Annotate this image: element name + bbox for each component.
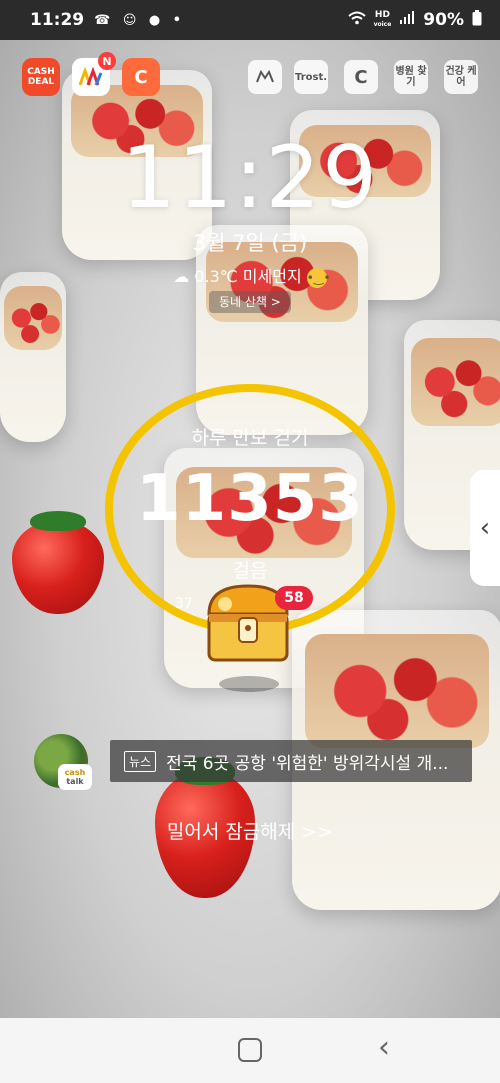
neighborhood-walk-button[interactable]: 동네 산책 > <box>209 291 291 313</box>
hospital-finder-app-icon[interactable]: 병원 찾기 <box>394 60 428 94</box>
reward-count-badge: 58 <box>275 586 313 610</box>
cash-deal-app-icon[interactable]: CASH DEAL <box>22 58 60 96</box>
home-button[interactable] <box>238 1038 262 1062</box>
health-care-app-icon[interactable]: 건강 케어 <box>444 60 478 94</box>
mart-app-icon[interactable]: N <box>72 52 116 96</box>
app-shortcuts: CASH DEAL N C Trost. C 병원 찾기 건강 케어 <box>0 52 500 98</box>
widget-app-icon[interactable] <box>248 60 282 94</box>
news-tag: 뉴스 <box>124 750 157 772</box>
new-badge: N <box>98 52 116 70</box>
wifi-icon <box>347 10 366 30</box>
weather-text: 0.3℃ 미세먼지 <box>194 267 302 286</box>
step-count: 11353 <box>136 462 364 536</box>
battery-icon <box>472 9 482 31</box>
weather-info: ☁ 0.3℃ 미세먼지 •‿• <box>0 263 500 288</box>
step-challenge-title: 하루 만보 걷기 <box>191 427 309 449</box>
swipe-to-unlock-text[interactable]: 밀어서 잠금해제 >> <box>0 817 500 844</box>
hd-voice-icon: HD voice <box>373 10 392 29</box>
chest-shadow <box>219 676 279 692</box>
back-button[interactable]: ‹ <box>378 1030 390 1065</box>
air-quality-face-icon: •‿• <box>306 267 331 288</box>
step-sub-value: 37 <box>175 596 193 612</box>
notification-icons: ☎ ☺ ● • <box>94 12 186 28</box>
dessert-jar <box>0 272 66 442</box>
signal-icon <box>399 10 415 30</box>
status-bar: 11:29 ☎ ☺ ● • HD voice 90% <box>0 0 500 40</box>
news-banner[interactable]: 뉴스 전국 6곳 공항 '위험한' 방위각시설 개... <box>110 740 472 782</box>
chevron-left-icon: ‹ <box>479 513 491 543</box>
edge-panel-handle[interactable]: ‹ <box>470 470 500 586</box>
cashtalk-avatar[interactable]: cash talk <box>34 734 92 792</box>
trost-app-icon[interactable]: Trost. <box>294 60 328 94</box>
lockscreen-date: 3월 7일 (금) <box>192 231 308 255</box>
cloud-icon: ☁ <box>173 267 190 286</box>
news-headline: 전국 6곳 공항 '위험한' 방위각시설 개... <box>166 753 449 774</box>
c-app-icon[interactable]: C <box>344 60 378 94</box>
paw-app-icon[interactable]: C <box>122 58 160 96</box>
status-time: 11:29 <box>30 10 85 30</box>
battery-percent: 90% <box>423 10 464 30</box>
cashtalk-tag: cash talk <box>58 764 92 790</box>
step-unit: 걸음 <box>232 560 268 582</box>
lockscreen-clock: 11:29 <box>121 128 379 228</box>
